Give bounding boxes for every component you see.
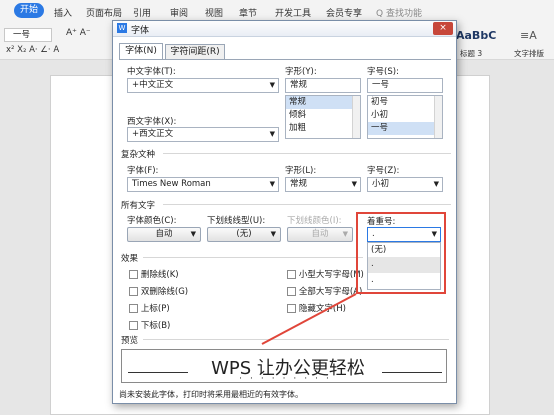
annotation-arrow xyxy=(261,293,357,345)
arrow-line xyxy=(261,293,357,345)
